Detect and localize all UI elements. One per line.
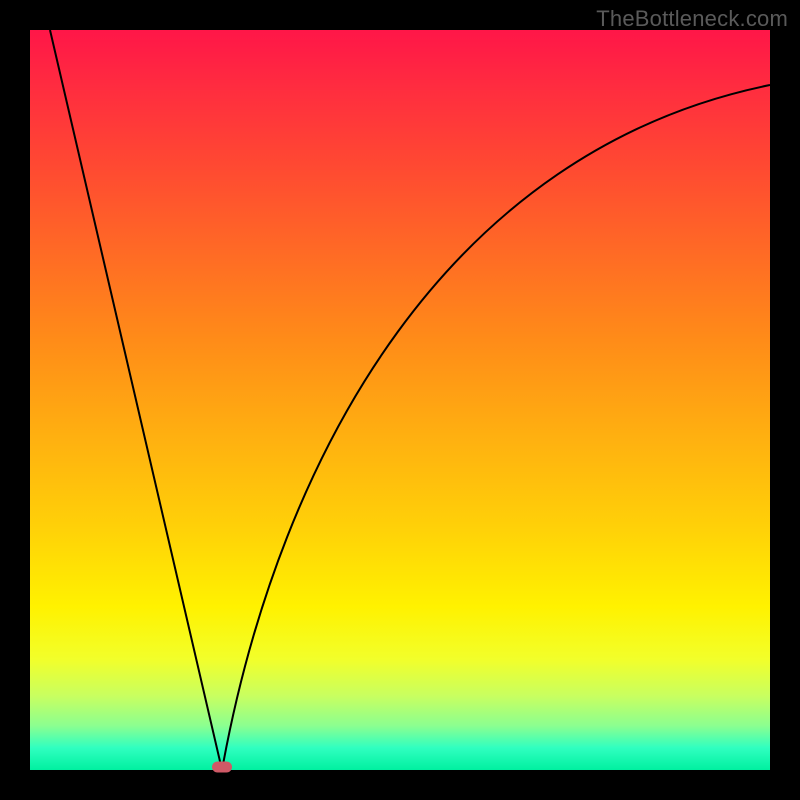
- min-marker: [212, 762, 232, 773]
- curve-left-branch: [50, 30, 222, 770]
- curve-right-branch: [222, 85, 770, 770]
- chart-curve: [30, 30, 770, 770]
- plot-area: [30, 30, 770, 770]
- chart-container: TheBottleneck.com: [0, 0, 800, 800]
- watermark-text: TheBottleneck.com: [596, 6, 788, 32]
